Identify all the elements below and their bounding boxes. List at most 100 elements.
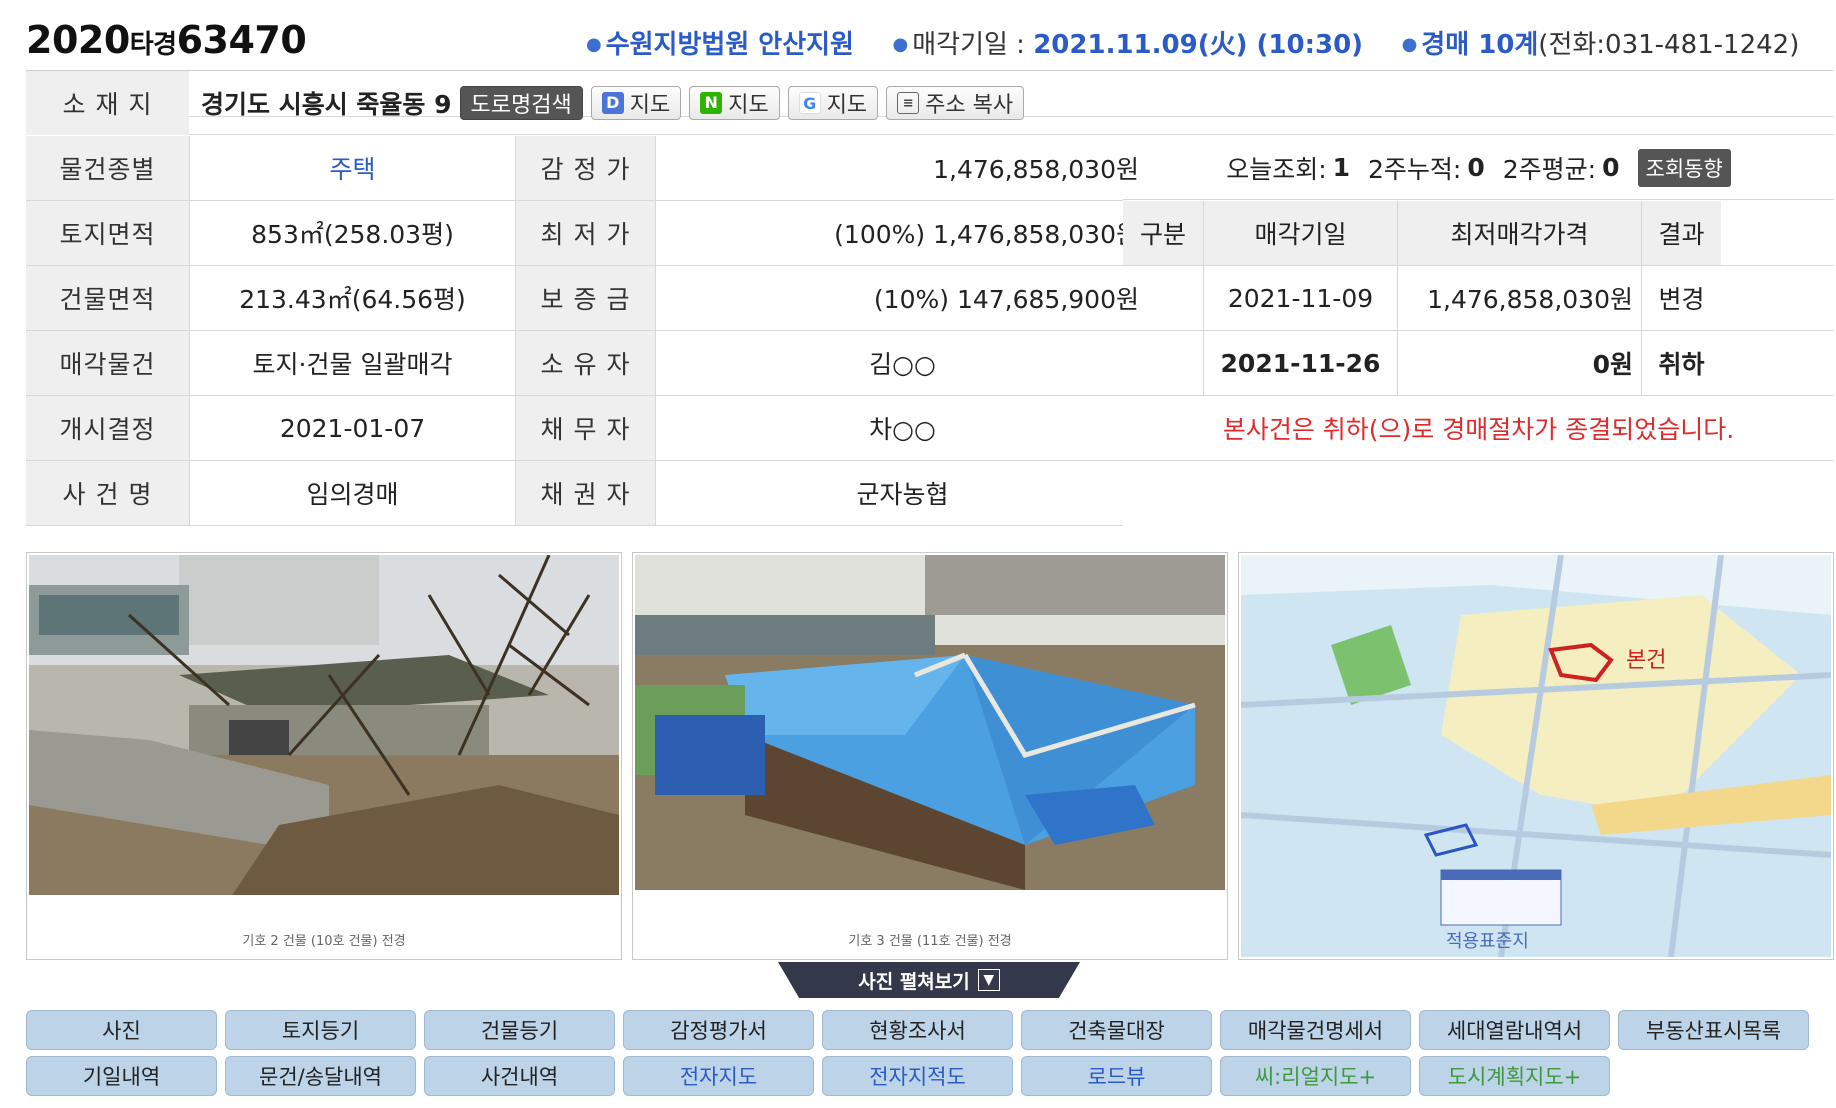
google-map-label: 지도 [826,93,868,118]
history-price: 0원 [1397,331,1641,395]
photo-building-10[interactable]: 기호 2 건물 (10호 건물) 전경 [26,552,622,960]
col-header-result: 결과 [1641,201,1721,265]
history-kind [1123,331,1203,395]
address-label: 소 재 지 [26,71,189,135]
naver-logo-icon: N [700,92,723,114]
map-label-main: 본건 [1626,648,1666,673]
photo-building-11[interactable]: 기호 3 건물 (11호 건물) 전경 [632,552,1228,960]
info-row: 개시결정 2021-01-07 채 무 자 차○○ [26,396,1123,461]
tab-button[interactable]: 도시계획지도+ [1419,1056,1610,1096]
info-value: 임의경매 [189,461,515,525]
info-label: 감 정 가 [515,136,655,200]
info-label: 매각물건 [26,331,189,395]
tab-button[interactable]: 사건내역 [424,1056,615,1096]
tab-button[interactable]: 문건/송달내역 [225,1056,416,1096]
daum-logo-icon: D [601,92,624,114]
history-row: 2021-11-09 1,476,858,030원 변경 [1123,266,1834,331]
map-label-bottom: 적용표준지 [1446,931,1529,952]
map-image: 본건 적용표준지 [1241,555,1831,957]
info-label: 채 권 자 [515,461,655,525]
tab-button[interactable]: 사진 [26,1010,217,1050]
info-row: 건물면적 213.43㎡(64.56평) 보 증 금 (10%) 147,685,90… [26,266,1139,331]
info-label: 소 유 자 [515,331,655,395]
copy-address-label: 주소 복사 [925,93,1014,118]
info-label: 건물면적 [26,266,189,330]
info-label: 채 무 자 [515,396,655,460]
history-result: 취하 [1641,331,1721,395]
tab-button[interactable]: 토지등기 [225,1010,416,1050]
info-row: 사 건 명 임의경매 채 권 자 군자농협 [26,461,1123,526]
photo-expand-button[interactable]: 사진 펼쳐보기 ▼ [778,962,1080,998]
tab-button[interactable]: 건물등기 [424,1010,615,1050]
tab-button[interactable]: 씨:리얼지도+ [1220,1056,1411,1096]
road-name-search-button[interactable]: 도로명검색 [459,86,583,120]
tab-button[interactable]: 현황조사서 [822,1010,1013,1050]
sale-date: 2021.11.09(火) (10:30) [1033,30,1364,60]
address-row: 소 재 지 경기도 시흥시 죽율동 9 도로명검색 D 지도 N 지도 G 지도 ≡ 주… [26,70,1834,135]
tab-button[interactable]: 전자지도 [623,1056,814,1096]
address-text: 경기도 시흥시 죽율동 9 [201,90,452,119]
view-trend-button[interactable]: 조회동향 [1637,148,1731,187]
tab-button[interactable]: 전자지적도 [822,1056,1013,1096]
copy-address-button[interactable]: ≡ 주소 복사 [886,86,1025,120]
info-value: 토지·건물 일괄매각 [189,331,515,395]
dept-phone: (전화:031-481-1242) [1538,30,1800,60]
info-value: 1,476,858,030원 [655,136,1149,200]
naver-map-button[interactable]: N 지도 [689,86,780,120]
info-label: 개시결정 [26,396,189,460]
google-logo-icon: G [798,92,821,114]
case-header: 2020타경63470 ● 수원지방법원 안산지원 ● 매각기일 : 2021.11… [26,18,1826,66]
address-value-cell: 경기도 시흥시 죽율동 9 도로명검색 D 지도 N 지도 G 지도 ≡ 주소 복사 [189,71,1834,135]
court-name[interactable]: 수원지방법원 안산지원 [606,30,854,60]
today-views-label: 오늘조회: [1226,154,1327,184]
road-search-label: 도로명검색 [470,93,572,118]
google-map-button[interactable]: G 지도 [787,86,879,120]
photo-caption-2: 기호 3 건물 (11호 건물) 전경 [848,934,1012,949]
bullet-icon: ● [892,34,909,55]
info-label: 물건종별 [26,136,189,200]
avg-views: 0 [1602,153,1620,182]
col-header-kind: 구분 [1123,201,1203,265]
today-views: 1 [1332,153,1351,182]
bullet-icon: ● [1401,34,1418,55]
tab-button[interactable]: 감정평가서 [623,1010,814,1050]
two-week-views: 0 [1467,153,1485,182]
avg-label: 2주평균: [1502,154,1597,184]
history-kind [1123,266,1203,330]
info-value: 군자농협 [655,461,1149,525]
history-date: 2021-11-09 [1203,266,1397,330]
info-value: 853㎡(258.03평) [189,201,515,265]
header-info: ● 수원지방법원 안산지원 ● 매각기일 : 2021.11.09(火) (10:3… [586,24,1799,61]
case-type: 타경 [129,30,177,60]
info-label: 사 건 명 [26,461,189,525]
info-label: 토지면적 [26,201,189,265]
photo-expand-label: 사진 펼쳐보기 [858,970,970,993]
building-photo-1 [29,555,619,900]
info-value[interactable]: 주택 [189,136,515,200]
tab-button[interactable]: 세대열람내역서 [1419,1010,1610,1050]
tab-button[interactable]: 로드뷰 [1021,1056,1212,1096]
history-price: 1,476,858,030원 [1397,266,1641,330]
bullet-icon: ● [586,34,602,55]
col-header-date: 매각기일 [1203,201,1397,265]
history-header-row: 구분 매각기일 최저매각가격 결과 [1123,201,1834,266]
info-value: (10%) 147,685,900원 [655,266,1149,330]
daum-map-button[interactable]: D 지도 [590,86,682,120]
col-header-price: 최저매각가격 [1397,201,1641,265]
chevron-down-icon: ▼ [977,969,1000,991]
tab-button[interactable]: 부동산표시목록 [1618,1010,1809,1050]
photo-land-price-map[interactable]: 본건 적용표준지 [1238,552,1834,960]
history-result: 변경 [1641,266,1721,330]
view-stats: 오늘조회: 1 2주누적: 0 2주평균: 0 조회동향 [1123,136,1834,200]
info-value: (100%) 1,476,858,030원 [655,201,1149,265]
info-row: 토지면적 853㎡(258.03평) 최 저 가 (100%) 1,476,858,0… [26,201,1139,266]
info-value: 김○○ [655,331,1149,395]
info-label: 보 증 금 [515,266,655,330]
tab-button[interactable]: 기일내역 [26,1056,217,1096]
case-year: 2020 [26,18,130,62]
tab-button[interactable]: 매각물건명세서 [1220,1010,1411,1050]
tab-button[interactable]: 건축물대장 [1021,1010,1212,1050]
photo-caption-1: 기호 2 건물 (10호 건물) 전경 [242,934,406,949]
building-photo-2 [635,555,1225,890]
info-row: 매각물건 토지·건물 일괄매각 소 유 자 김○○ [26,331,1123,396]
